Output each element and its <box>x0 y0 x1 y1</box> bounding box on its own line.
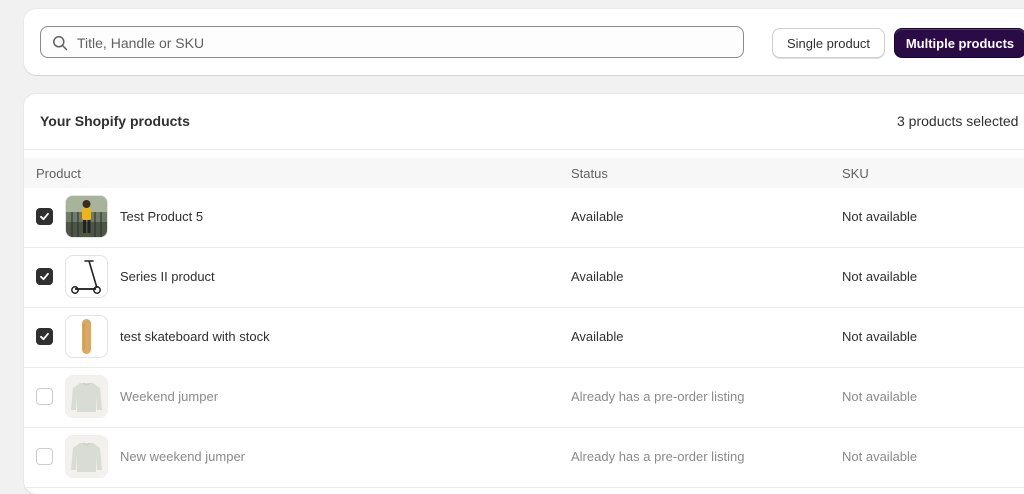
table-row[interactable]: Test Product 5 Available Not available <box>24 188 1024 248</box>
row-checkbox <box>36 448 53 465</box>
product-sku: Not available <box>842 269 918 284</box>
multiple-products-button[interactable]: Multiple products <box>894 28 1024 58</box>
search-card: Single product Multiple products <box>24 9 1024 75</box>
row-checkbox <box>36 388 53 405</box>
table-row: New weekend jumper Already has a pre-ord… <box>24 428 1024 488</box>
single-product-button[interactable]: Single product <box>772 28 885 58</box>
product-name: Weekend jumper <box>120 389 219 404</box>
card-title: Your Shopify products <box>40 113 190 129</box>
product-thumbnail <box>65 255 108 298</box>
product-sku: Not available <box>842 389 918 404</box>
row-checkbox[interactable] <box>36 208 53 225</box>
scooter-icon <box>71 260 101 294</box>
search-field[interactable] <box>40 26 744 59</box>
product-name: Test Product 5 <box>120 209 204 224</box>
product-thumbnail <box>65 375 108 418</box>
search-input[interactable] <box>75 27 739 59</box>
column-header-sku: SKU <box>842 166 869 181</box>
product-sku: Not available <box>842 329 918 344</box>
product-status: Available <box>571 209 624 224</box>
product-status: Available <box>571 269 624 284</box>
product-name: Series II product <box>120 269 215 284</box>
products-card: Your Shopify products 3 products selecte… <box>24 94 1024 494</box>
skateboard-icon <box>82 319 91 354</box>
product-name: test skateboard with stock <box>120 329 270 344</box>
product-status: Already has a pre-order listing <box>571 389 745 404</box>
table-row[interactable]: test skateboard with stock Available Not… <box>24 308 1024 368</box>
product-thumbnail <box>65 195 108 238</box>
checkmark-icon <box>40 212 49 221</box>
jumper-icon <box>66 376 107 417</box>
row-checkbox[interactable] <box>36 268 53 285</box>
search-icon <box>53 36 68 51</box>
checkmark-icon <box>40 332 49 341</box>
product-status: Available <box>571 329 624 344</box>
table-header: Product Status SKU <box>24 158 1024 188</box>
person-photo-icon <box>66 196 107 237</box>
row-checkbox[interactable] <box>36 328 53 345</box>
checkmark-icon <box>40 272 49 281</box>
product-sku: Not available <box>842 209 918 224</box>
column-header-product: Product <box>36 166 81 181</box>
jumper-icon <box>66 436 107 477</box>
product-thumbnail <box>65 435 108 478</box>
divider <box>24 149 1024 150</box>
selected-count: 3 products selected <box>897 113 1019 129</box>
table-row: Weekend jumper Already has a pre-order l… <box>24 368 1024 428</box>
column-header-status: Status <box>571 166 608 181</box>
product-thumbnail <box>65 315 108 358</box>
table-row[interactable]: Series II product Available Not availabl… <box>24 248 1024 308</box>
